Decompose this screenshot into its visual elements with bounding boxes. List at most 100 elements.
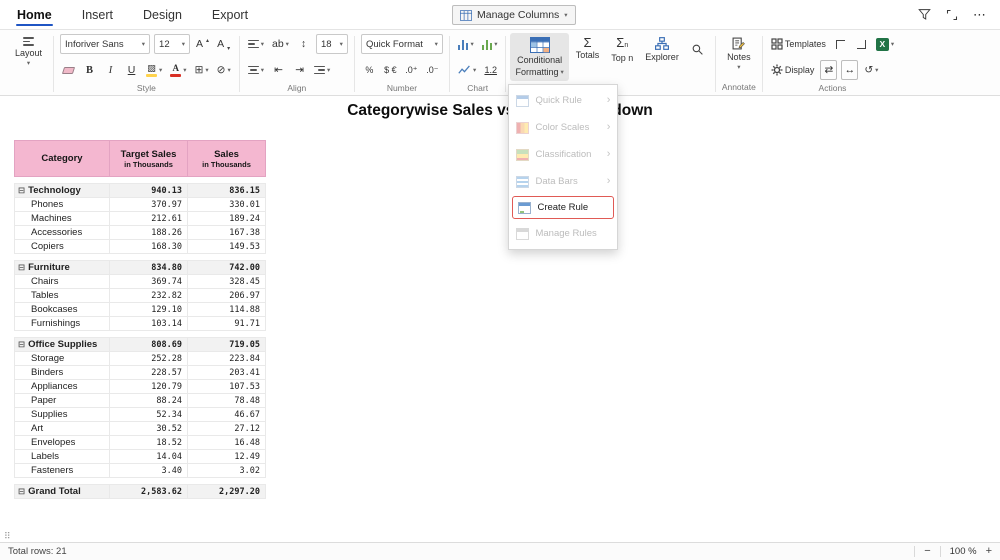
table-row-tables[interactable]: Tables 232.82 206.97 (14, 288, 266, 303)
undo-button[interactable]: ↺ ▾ (862, 60, 880, 80)
bold-button[interactable]: B (81, 60, 98, 80)
table-row-storage[interactable]: Storage 252.28 223.84 (14, 351, 266, 366)
create-rule-icon (518, 201, 532, 214)
table-row-fasteners[interactable]: Fasteners 3.40 3.02 (14, 463, 266, 478)
column-header-sales[interactable]: Sales in Thousands (187, 140, 266, 177)
top-n-button[interactable]: Σn Top n (606, 33, 638, 66)
zoom-out-button[interactable]: − (924, 546, 930, 557)
column-header-label: Target Sales (120, 148, 177, 160)
table-row-office-supplies[interactable]: ⊟ Office Supplies 808.69 719.05 (14, 337, 266, 352)
status-bar: Total rows: 21 − 100 % + (0, 542, 1000, 560)
collapse-icon[interactable]: ⊟ (18, 262, 25, 272)
decrease-decimal-button[interactable]: .0⁻ (424, 60, 441, 80)
fit-width-button[interactable]: ↔ (841, 60, 859, 80)
collapse-icon[interactable]: ⊟ (18, 486, 25, 496)
sales-value: 223.84 (187, 351, 266, 366)
search-button[interactable] (686, 33, 709, 59)
strikethrough-button[interactable]: ⊘ ▾ (215, 60, 233, 80)
indent-decrease-button[interactable]: ⇤ (270, 60, 287, 80)
notes-button[interactable]: Notes ▾ (722, 33, 756, 75)
manage-columns-button[interactable]: Manage Columns ▾ (452, 5, 576, 25)
table-row-paper[interactable]: Paper 88.24 78.48 (14, 393, 266, 408)
row-label: Paper (31, 395, 57, 406)
increase-decimal-button[interactable]: .0⁺ (403, 60, 420, 80)
font-size-value: 12 (159, 38, 170, 50)
font-color-button[interactable]: A ▾ (168, 60, 188, 80)
collapse-icon[interactable]: ⊟ (18, 339, 25, 349)
table-row-grand-total[interactable]: ⊟ Grand Total 2,583.62 2,297.20 (14, 484, 266, 499)
quick-format-select[interactable]: Quick Format ▾ (360, 34, 443, 54)
borders-button[interactable]: ⊞ ▾ (193, 60, 211, 80)
report-title[interactable]: Categorywise Sales vs Target Breakdown (0, 102, 1000, 120)
fill-color-button[interactable]: ▨ ▾ (144, 60, 164, 80)
horizontal-align-button[interactable]: ▾ (246, 34, 266, 54)
table-row-chairs[interactable]: Chairs 369.74 328.45 (14, 274, 266, 289)
menu-item-label: Create Rule (537, 202, 589, 213)
table-row-appliances[interactable]: Appliances 120.79 107.53 (14, 379, 266, 394)
tab-design[interactable]: Design (142, 0, 183, 29)
explorer-button[interactable]: Explorer (640, 33, 684, 65)
column-header-category[interactable]: Category (14, 140, 110, 177)
table-row-machines[interactable]: Machines 212.61 189.24 (14, 211, 266, 226)
chart-type-button[interactable]: ▾ (456, 34, 476, 54)
table-row-envelopes[interactable]: Envelopes 18.52 16.48 (14, 435, 266, 450)
font-name-select[interactable]: Inforiver Sans ▾ (60, 34, 151, 54)
table-row-technology[interactable]: ⊟ Technology 940.13 836.15 (14, 183, 266, 198)
table-row-art[interactable]: Art 30.52 27.12 (14, 421, 266, 436)
collapse-icon[interactable]: ⊟ (18, 185, 25, 195)
table-row-binders[interactable]: Binders 228.57 203.41 (14, 365, 266, 380)
font-decrease-button[interactable]: A ▾ (215, 34, 232, 54)
column-header-target-sales[interactable]: Target Sales in Thousands (109, 140, 188, 177)
export-excel-button[interactable]: X ▾ (874, 34, 896, 54)
filter-icon[interactable] (914, 5, 934, 25)
table-row-labels[interactable]: Labels 14.04 12.49 (14, 449, 266, 464)
table-row-supplies[interactable]: Supplies 52.34 46.67 (14, 407, 266, 422)
chevron-down-icon: ▾ (875, 67, 879, 74)
menu-item-label: Data Bars (535, 176, 578, 187)
currency-format-button[interactable]: $ € (382, 60, 399, 80)
table-row-accessories[interactable]: Accessories 188.26 167.38 (14, 225, 266, 240)
indent-increase-button[interactable]: ⇥ (291, 60, 308, 80)
expand-corner-button[interactable] (853, 34, 870, 54)
table-row-bookcases[interactable]: Bookcases 129.10 114.88 (14, 302, 266, 317)
target-sales-value: 834.80 (109, 260, 188, 275)
menu-tabs: Home Insert Design Export (16, 0, 249, 29)
clear-format-button[interactable] (60, 60, 77, 80)
focus-mode-icon[interactable] (942, 5, 962, 25)
row-height-select[interactable]: 18 ▾ (315, 34, 348, 54)
tab-home[interactable]: Home (16, 0, 53, 29)
font-increase-button[interactable]: A ▴ (194, 34, 211, 54)
sparkline-button[interactable]: ▾ (456, 60, 478, 80)
table-row-furnishings[interactable]: Furnishings 103.14 91.71 (14, 316, 266, 331)
display-button[interactable]: Display (769, 60, 817, 80)
merge-cells-button[interactable]: ▾ (312, 60, 332, 80)
swap-axis-button[interactable]: ⇄ (820, 60, 838, 80)
italic-button[interactable]: I (102, 60, 119, 80)
table-row-furniture[interactable]: ⊟ Furniture 834.80 742.00 (14, 260, 266, 275)
templates-button[interactable]: Templates (769, 34, 828, 54)
table-row-copiers[interactable]: Copiers 168.30 149.53 (14, 239, 266, 254)
tab-export[interactable]: Export (211, 0, 249, 29)
conditional-formatting-button[interactable]: Conditional Formatting ▾ (510, 33, 569, 81)
totals-button[interactable]: Σ Totals (571, 33, 605, 63)
layout-button[interactable]: Layout ▾ (10, 33, 47, 70)
row-height-button[interactable]: ↕ (295, 34, 312, 54)
more-options-icon[interactable]: ⋯ (970, 5, 990, 25)
vertical-align-button[interactable]: ▾ (246, 60, 266, 80)
underline-button[interactable]: U (123, 60, 140, 80)
resize-grip-icon[interactable]: ⠿ (4, 531, 11, 542)
text-wrap-button[interactable]: ab ▾ (270, 34, 291, 54)
sales-value: 27.12 (187, 421, 266, 436)
percent-format-button[interactable]: % (361, 60, 378, 80)
collapse-corner-button[interactable] (832, 34, 849, 54)
chart-decimal-button[interactable]: 1.2 (482, 60, 499, 80)
row-label: Envelopes (31, 437, 76, 448)
spacer-row (14, 176, 266, 184)
zoom-in-button[interactable]: + (986, 546, 992, 557)
tab-insert[interactable]: Insert (81, 0, 114, 29)
menu-item-create-rule[interactable]: Create Rule (512, 196, 615, 219)
table-row-phones[interactable]: Phones 370.97 330.01 (14, 197, 266, 212)
chart-style-button[interactable]: ▾ (480, 34, 500, 54)
font-size-select[interactable]: 12 ▾ (154, 34, 191, 54)
fill-color-icon: ▨ (146, 63, 158, 77)
